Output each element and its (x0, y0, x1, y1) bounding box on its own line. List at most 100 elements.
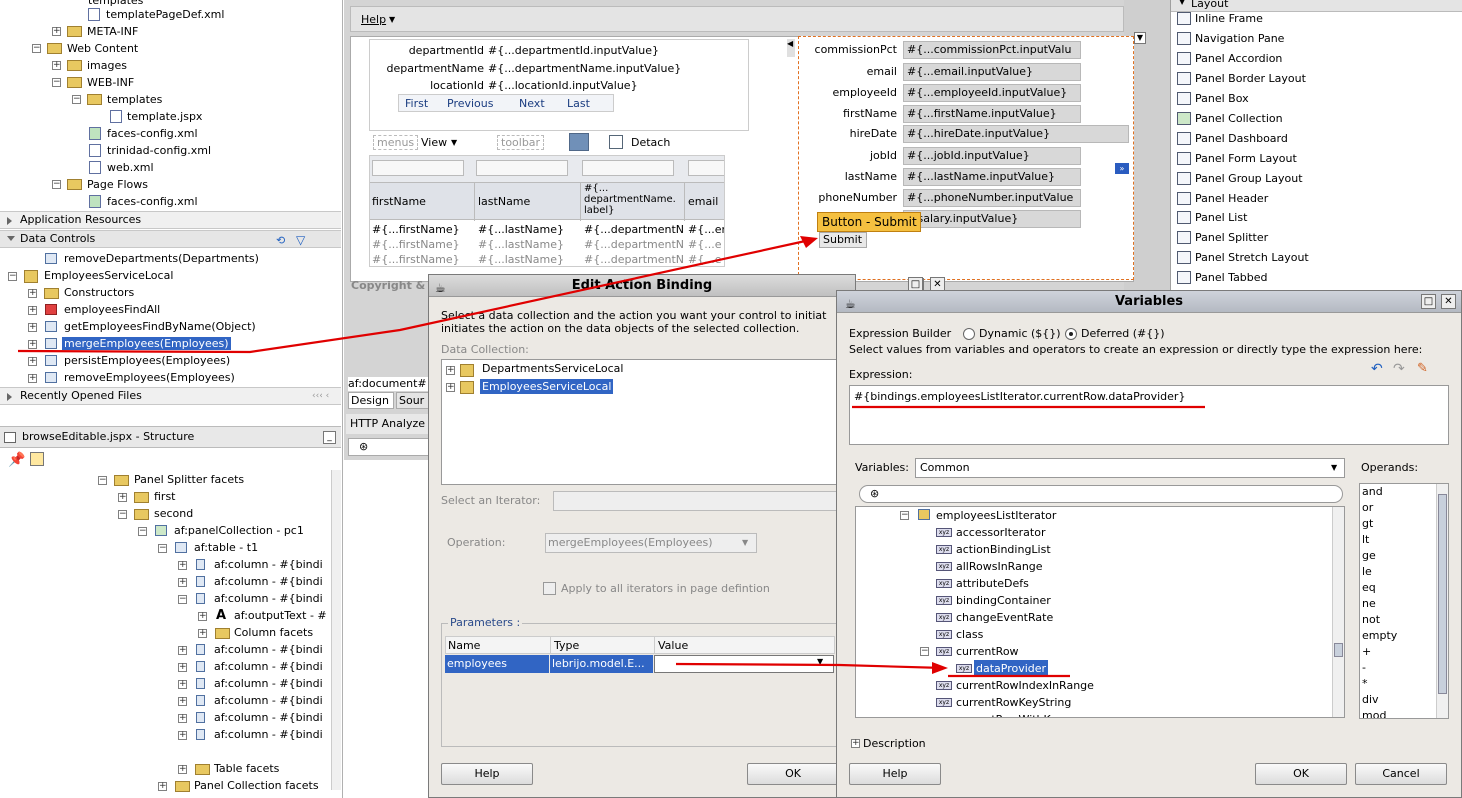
operand-item[interactable]: + (1360, 644, 1448, 660)
freeze-view-icon[interactable] (30, 452, 44, 466)
deferred-radio[interactable] (1065, 328, 1077, 340)
expand-icon[interactable]: + (28, 289, 37, 298)
dc-item-constructors[interactable]: Constructors (64, 284, 134, 301)
expand-icon[interactable]: + (178, 561, 187, 570)
tree-item-web-inf[interactable]: WEB-INF (87, 74, 134, 91)
tree-item-meta-inf[interactable]: META-INF (87, 23, 138, 40)
operand-item[interactable]: - (1360, 660, 1448, 676)
param-value-input[interactable] (654, 655, 834, 673)
operation-select[interactable]: mergeEmployees(Employees) (545, 533, 757, 553)
filter-input[interactable] (688, 160, 724, 176)
struct-item[interactable]: second (154, 505, 193, 522)
apply-all-checkbox[interactable] (543, 582, 556, 595)
struct-item[interactable]: af:column - #{bindi (214, 641, 323, 658)
expand-icon[interactable]: + (28, 357, 37, 366)
expand-icon[interactable]: + (28, 323, 37, 332)
expand-icon[interactable]: + (52, 27, 61, 36)
tree-item-templates[interactable]: templates (107, 91, 162, 108)
tree-scrollbar[interactable] (1332, 507, 1344, 717)
collapse-icon[interactable]: − (8, 272, 17, 281)
collapse-icon[interactable]: − (900, 511, 909, 520)
tree-item-web-xml[interactable]: web.xml (107, 159, 154, 176)
data-controls-header[interactable]: Data Controls ⟲ ▽ (0, 230, 341, 248)
operand-item[interactable]: or (1360, 500, 1448, 516)
operand-item[interactable]: div (1360, 692, 1448, 708)
expression-textarea[interactable]: #{bindings.employeesListIterator.current… (849, 385, 1449, 445)
dc-item-remove-departments[interactable]: removeDepartments(Departments) (64, 250, 259, 267)
form-field[interactable]: ...salary.inputValue} (903, 210, 1081, 228)
filter-input[interactable] (582, 160, 674, 176)
table-icon[interactable] (569, 133, 589, 151)
form-value[interactable]: #{...departmentId.inputValue} (488, 42, 659, 60)
expand-icon[interactable]: + (118, 493, 127, 502)
expand-icon[interactable]: + (178, 680, 187, 689)
expand-icon[interactable]: + (28, 340, 37, 349)
tree-node[interactable]: currentRow (956, 643, 1019, 660)
collapse-icon[interactable]: − (178, 595, 187, 604)
tree-node[interactable]: actionBindingList (956, 541, 1051, 558)
tree-node[interactable]: employeesListIterator (936, 507, 1056, 524)
expand-icon[interactable]: + (28, 374, 37, 383)
operand-item[interactable]: and (1360, 484, 1448, 500)
tree-item-trinidad-config[interactable]: trinidad-config.xml (107, 142, 211, 159)
dropdown-icon[interactable]: ▼ (1134, 32, 1146, 44)
operands-list[interactable]: and or gt lt ge le eq ne not empty + - *… (1359, 483, 1449, 719)
tree-node[interactable]: currentRowKeyString (956, 694, 1071, 711)
splitter-arrow-icon[interactable]: ◀ (787, 39, 795, 57)
dc-item-persist-employees[interactable]: persistEmployees(Employees) (64, 352, 230, 369)
operand-item[interactable]: not (1360, 612, 1448, 628)
struct-item[interactable]: af:table - t1 (194, 539, 258, 556)
struct-item[interactable]: Table facets (214, 760, 279, 777)
operand-item[interactable]: ge (1360, 548, 1448, 564)
http-analyzer-tab[interactable]: HTTP Analyze (346, 414, 430, 434)
collapse-icon[interactable]: − (98, 476, 107, 485)
struct-item[interactable]: Panel Collection facets (194, 777, 319, 794)
scroll-arrows[interactable]: ‹‹‹ ‹ (312, 388, 329, 404)
tree-node[interactable]: bindingContainer (956, 592, 1051, 609)
minimize-icon[interactable]: _ (323, 431, 336, 444)
tree-item-templatepagedef[interactable]: templatePageDef.xml (106, 6, 224, 23)
first-button[interactable]: First (405, 97, 428, 110)
form-field[interactable]: #{...firstName.inputValue} (903, 105, 1081, 123)
tree-node[interactable]: currentRowIndexInRange (956, 677, 1094, 694)
palette-item[interactable]: Panel Border Layout (1175, 69, 1306, 89)
tree-item-web-content[interactable]: Web Content (67, 40, 138, 57)
filter-input[interactable] (372, 160, 464, 176)
collapse-icon[interactable]: − (138, 527, 147, 536)
collapse-icon[interactable]: − (920, 647, 929, 656)
expand-icon[interactable]: + (178, 646, 187, 655)
tree-node-selected[interactable]: dataProvider (974, 660, 1049, 677)
application-resources-header[interactable]: Application Resources (0, 211, 341, 229)
form-field[interactable]: #{...phoneNumber.inputValue (903, 189, 1081, 207)
palette-item[interactable]: Panel Tabbed (1175, 268, 1268, 288)
form-value[interactable]: #{...locationId.inputValue} (488, 77, 638, 95)
variables-tree[interactable]: − employeesListIterator xyz accessorIter… (855, 506, 1345, 718)
palette-item[interactable]: Panel Form Layout (1175, 149, 1297, 169)
chevron-down-icon[interactable]: ▼ (817, 657, 823, 666)
recently-opened-header[interactable]: Recently Opened Files ‹‹‹ ‹ (0, 387, 341, 405)
palette-item[interactable]: Panel Group Layout (1175, 169, 1303, 189)
struct-item[interactable]: af:column - #{bindi (214, 692, 323, 709)
description-toggle[interactable]: Description (863, 737, 926, 750)
tree-node[interactable]: changeEventRate (956, 609, 1053, 626)
collapse-icon[interactable]: − (52, 180, 61, 189)
expand-icon[interactable]: + (446, 366, 455, 375)
design-tab[interactable]: Design (348, 392, 394, 409)
collapse-icon[interactable]: − (158, 544, 167, 553)
struct-item[interactable]: af:column - #{bindi (214, 556, 323, 573)
close-icon[interactable]: ✕ (1441, 294, 1456, 309)
dc-item-employees-service[interactable]: EmployeesServiceLocal (44, 267, 173, 284)
dynamic-radio[interactable] (963, 328, 975, 340)
data-collection-tree[interactable]: + DepartmentsServiceLocal + EmployeesSer… (441, 359, 841, 485)
operand-item[interactable]: ne (1360, 596, 1448, 612)
structure-scrollbar[interactable] (331, 470, 341, 790)
palette-item[interactable]: Panel Accordion (1175, 49, 1282, 69)
palette-item[interactable]: Panel Collection (1175, 109, 1283, 129)
dc-item-merge-employees[interactable]: mergeEmployees(Employees) (62, 335, 231, 352)
view-menu[interactable]: View (421, 136, 447, 149)
expand-icon[interactable]: + (851, 739, 860, 748)
tree-item-faces-config-2[interactable]: faces-config.xml (107, 193, 198, 210)
col-header[interactable]: firstName (372, 195, 426, 208)
detach-button[interactable]: Detach (631, 136, 670, 149)
palette-item[interactable]: Panel List (1175, 208, 1247, 228)
